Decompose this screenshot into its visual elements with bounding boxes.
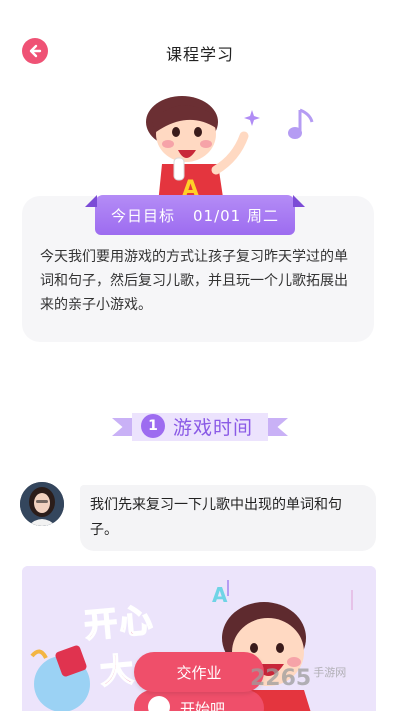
- watermark-text: 2265: [250, 666, 312, 691]
- video-title-line1: 开心: [82, 599, 157, 645]
- watermark-sub: 手游网: [313, 666, 347, 679]
- music-note-icon: [288, 108, 314, 139]
- page-title: 课程学习: [165, 45, 234, 64]
- site-watermark: 2265 手游网: [250, 664, 346, 691]
- star-icon: [244, 110, 260, 126]
- video-title-line2: 大: [98, 649, 138, 692]
- section-number-badge: 1: [141, 414, 165, 438]
- submit-homework-button[interactable]: 交作业: [134, 652, 264, 692]
- start-button[interactable]: 开始吧: [134, 690, 264, 711]
- teacher-avatar: [20, 482, 64, 526]
- today-goal-badge: 今日目标 01/01 周二: [95, 195, 295, 235]
- goal-date: 01/01 周二: [193, 206, 279, 225]
- chat-bubble: 我们先来复习一下儿歌中出现的单词和句子。: [80, 485, 376, 551]
- goal-label: 今日目标: [110, 206, 175, 225]
- course-study-page: 课程学习 A 今日目标 01/01 周二 今天我们要用游戏的方式让孩子复习昨天学…: [0, 0, 400, 711]
- header: 课程学习: [0, 0, 400, 100]
- play-icon: [148, 696, 170, 711]
- svg-text:A: A: [212, 583, 228, 607]
- avatar-photo: [20, 482, 64, 526]
- section-title: 游戏时间: [173, 417, 254, 439]
- goal-description: 今天我们要用游戏的方式让孩子复习昨天学过的单词和句子，然后复习儿歌，并且玩一个儿…: [40, 249, 348, 313]
- section-header: 1 游戏时间: [0, 408, 400, 448]
- start-label: 开始吧: [180, 699, 226, 711]
